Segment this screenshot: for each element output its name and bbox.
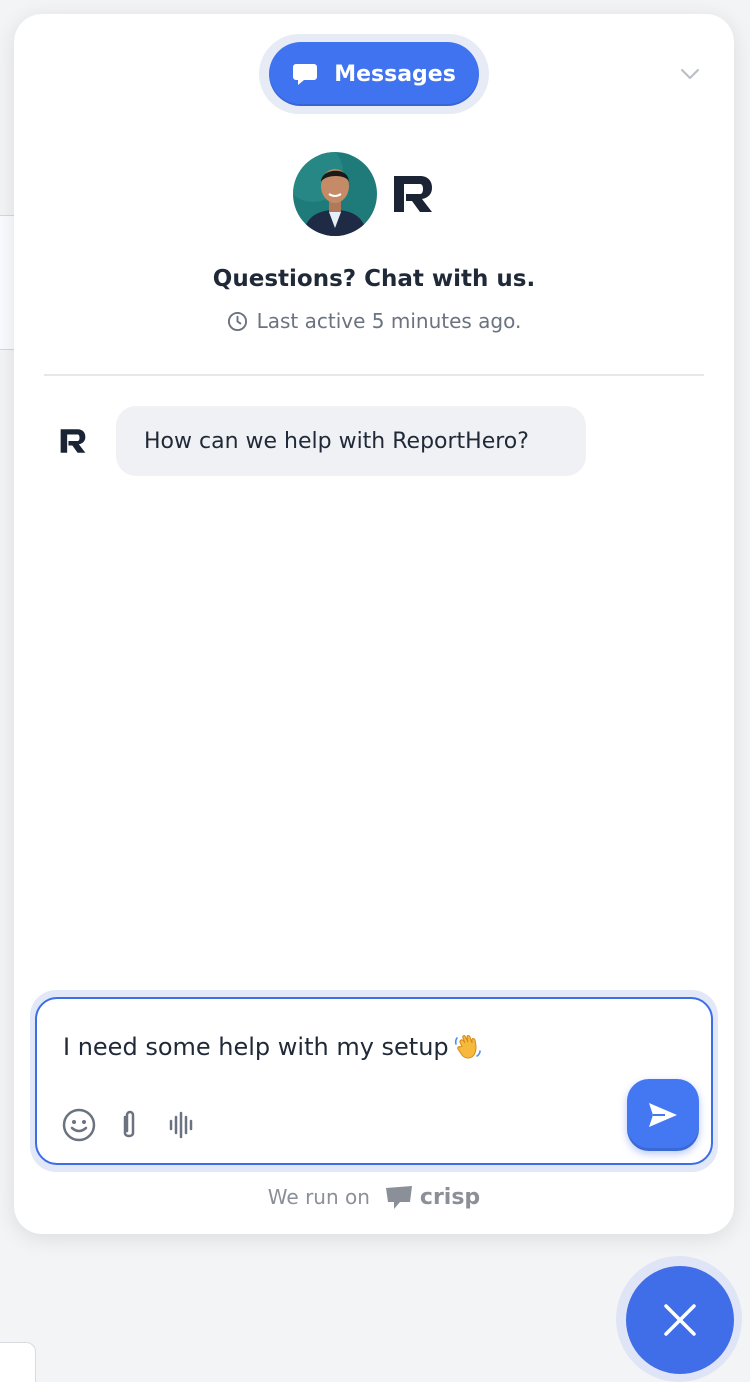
tab-switcher: Messages [259,34,489,114]
chevron-down-icon[interactable] [678,64,702,84]
waveform-icon[interactable] [163,1107,199,1143]
chat-widget: Messages Questions? Chat with us. Last a… [14,14,734,1234]
tab-messages[interactable]: Messages [269,42,479,106]
message-input[interactable]: I need some help with my setup [63,1031,583,1063]
composer[interactable]: I need some help with my setup [35,997,713,1165]
crisp-brand-text: crisp [419,1184,481,1210]
message-bubble: How can we help with ReportHero? [116,406,586,476]
composer-focus-ring: I need some help with my setup [30,990,718,1172]
powered-by: We run on crisp [14,1184,734,1210]
header-status: Last active 5 minutes ago. [14,309,734,333]
tab-messages-label: Messages [334,61,456,87]
waving-hand-icon [454,1035,481,1059]
background-card [0,215,14,350]
send-icon [649,1103,677,1127]
smiley-icon[interactable] [61,1107,97,1143]
message-author-logo [60,429,86,453]
background-panel-corner [0,1342,36,1382]
header-title: Questions? Chat with us. [212,266,536,292]
close-chat-button[interactable] [626,1266,734,1374]
header-divider [44,374,704,376]
message-text: How can we help with ReportHero? [144,428,529,454]
message-input-text: I need some help with my setup [63,1033,449,1061]
last-active-text: Last active 5 minutes ago. [256,309,522,333]
reporthero-logo [394,176,432,212]
powered-by-text: We run on [267,1185,370,1209]
chat-bubble-icon [293,64,318,85]
paperclip-icon[interactable] [111,1107,147,1143]
crisp-brand-link[interactable]: crisp [384,1184,480,1210]
send-button[interactable] [627,1079,699,1151]
crisp-logo-icon [385,1186,412,1209]
clock-icon [227,311,247,331]
operator-avatar [293,152,377,236]
close-icon [664,1304,696,1336]
